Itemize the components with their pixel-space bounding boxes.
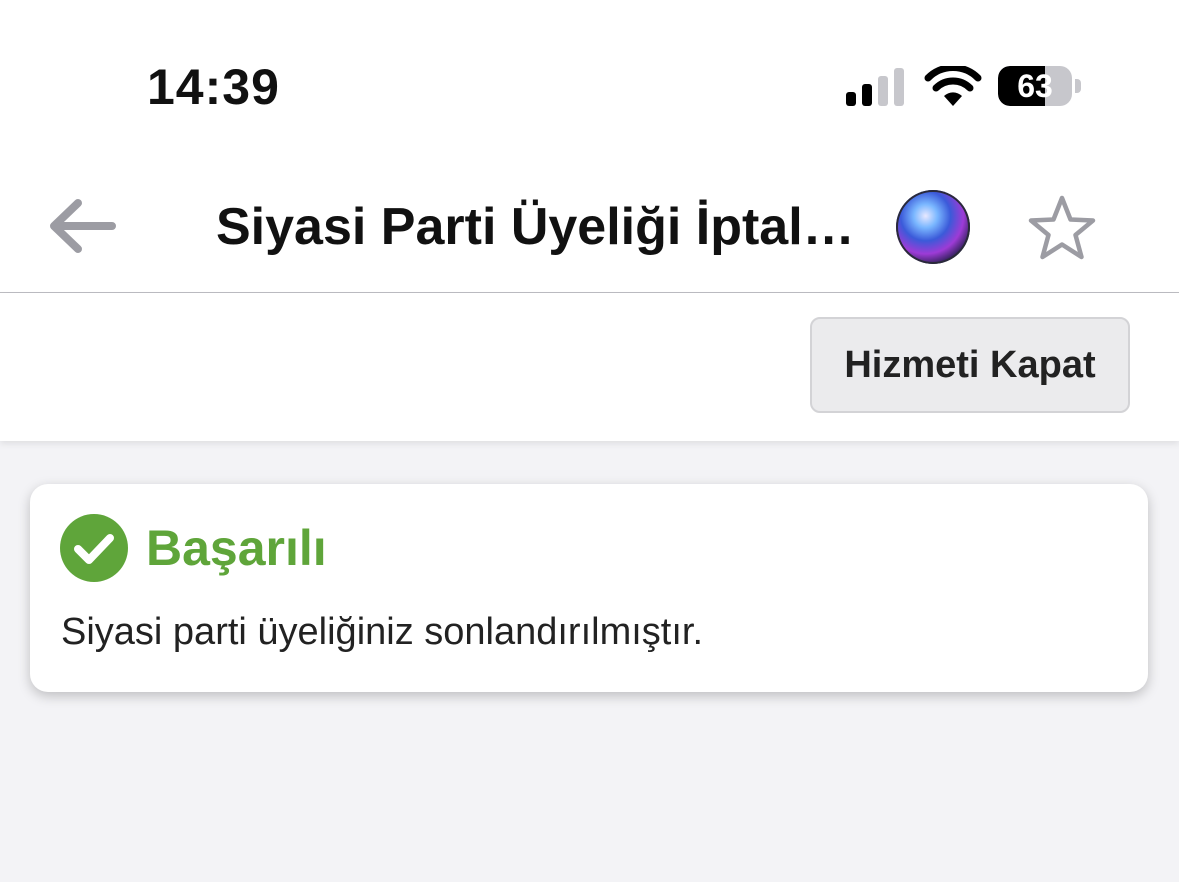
battery-nub	[1075, 79, 1081, 93]
cellular-signal-icon	[846, 68, 904, 106]
back-arrow-icon[interactable]	[46, 195, 118, 257]
nav-bar: Siyasi Parti Üyeliği İptal…	[0, 170, 1179, 293]
battery-percent: 63	[1017, 68, 1053, 104]
page-title: Siyasi Parti Üyeliği İptal…	[216, 198, 855, 256]
success-card: Başarılı Siyasi parti üyeliğiniz sonland…	[30, 484, 1148, 692]
success-title: Başarılı	[146, 520, 327, 576]
battery-icon: 63	[998, 66, 1084, 108]
status-bar: 14:39 63	[0, 0, 1179, 170]
battery-body: 63	[998, 66, 1072, 106]
screen: 14:39 63 Siyasi Parti Üyeliği İptal… Hiz…	[0, 0, 1179, 882]
status-time: 14:39	[147, 59, 280, 115]
siri-icon[interactable]	[896, 190, 970, 264]
check-circle-icon	[60, 514, 128, 582]
action-toolbar: Hizmeti Kapat	[0, 293, 1179, 441]
star-icon[interactable]	[1026, 194, 1098, 262]
success-message: Siyasi parti üyeliğiniz sonlandırılmıştı…	[61, 611, 704, 653]
close-service-button[interactable]: Hizmeti Kapat	[810, 317, 1130, 413]
wifi-icon	[924, 66, 982, 106]
